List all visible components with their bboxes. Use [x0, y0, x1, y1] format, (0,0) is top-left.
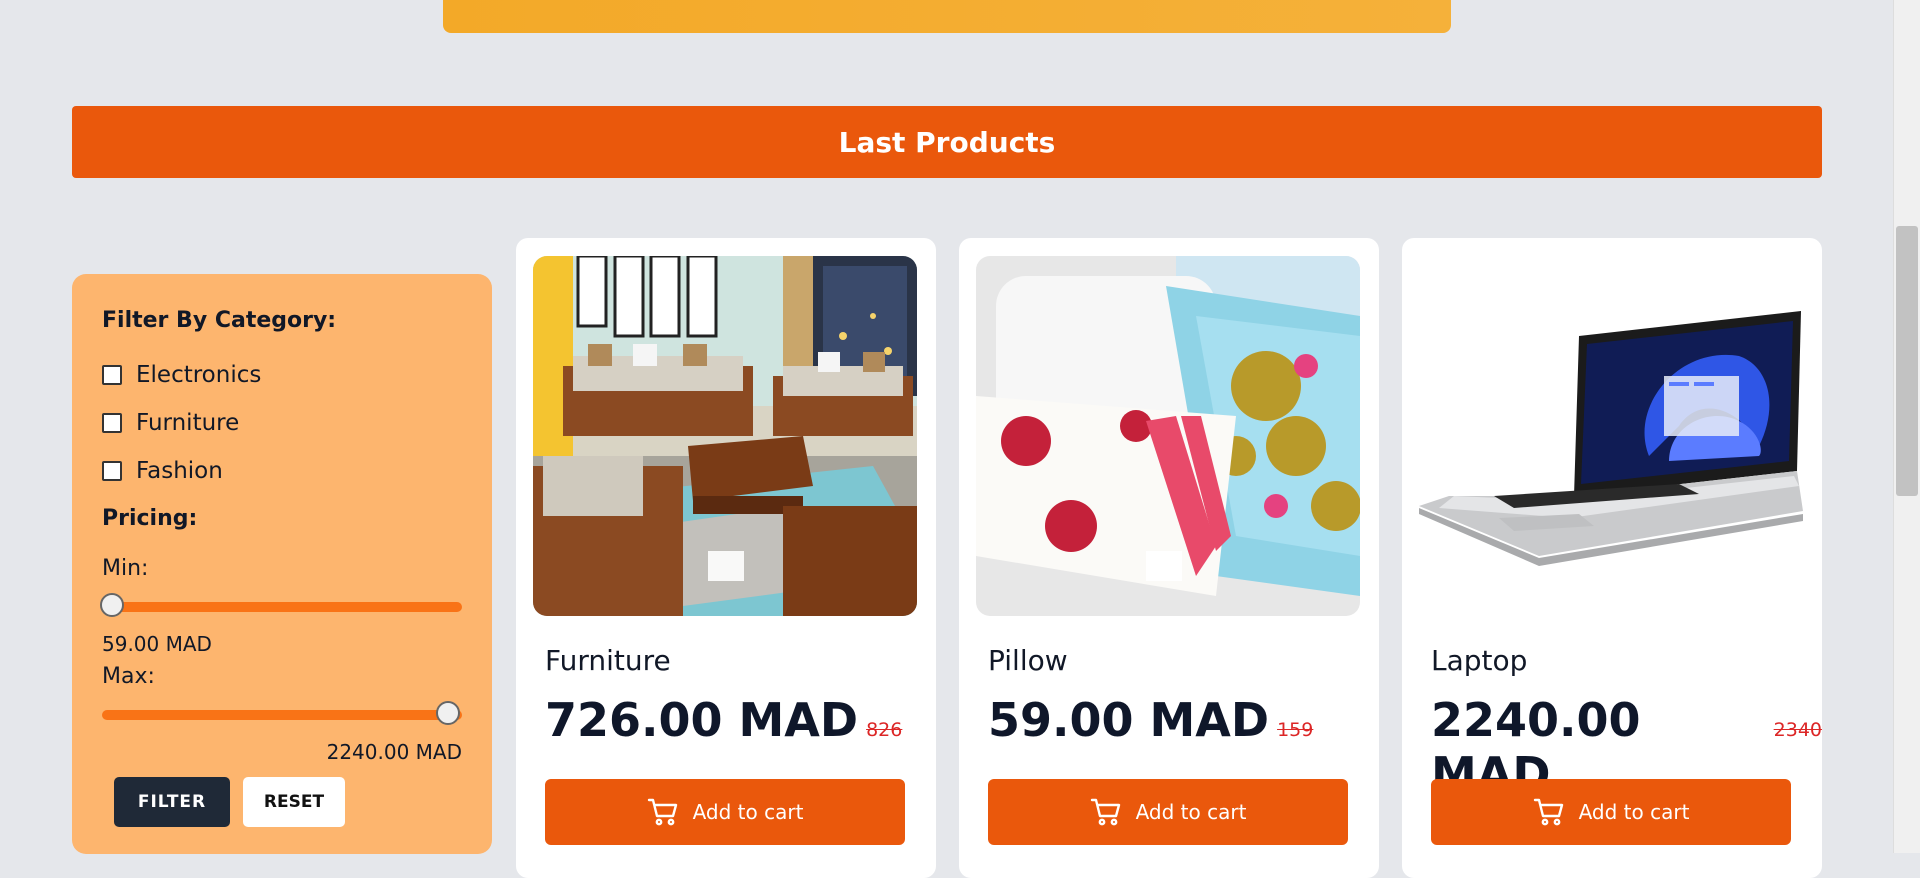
max-label: Max: — [102, 664, 155, 689]
add-to-cart-button[interactable]: Add to cart — [988, 779, 1348, 845]
filter-button[interactable]: FILTER — [114, 777, 230, 827]
min-slider-handle[interactable] — [100, 593, 124, 617]
product-price: 726.00 MAD — [545, 693, 859, 747]
min-price-value: 59.00 MAD — [102, 632, 212, 656]
section-title: Last Products — [838, 125, 1056, 159]
product-image-pillow[interactable] — [976, 256, 1360, 616]
add-to-cart-label: Add to cart — [692, 800, 804, 824]
add-to-cart-label: Add to cart — [1578, 800, 1690, 824]
checkbox[interactable] — [102, 413, 122, 433]
category-label: Furniture — [136, 410, 240, 436]
product-price: 59.00 MAD — [988, 693, 1270, 747]
product-old-price: 826 — [866, 719, 903, 741]
cart-icon — [1090, 798, 1120, 826]
product-name: Laptop — [1431, 644, 1528, 677]
category-electronics[interactable]: Electronics — [102, 362, 261, 388]
product-price-row: 726.00 MAD 826 — [545, 693, 902, 747]
product-card[interactable]: Laptop 2240.00 MAD 2340 Add to cart — [1402, 238, 1822, 878]
product-price-row: 59.00 MAD 159 — [988, 693, 1313, 747]
category-furniture[interactable]: Furniture — [102, 410, 239, 436]
pricing-title: Pricing: — [102, 506, 198, 531]
product-old-price: 159 — [1277, 719, 1314, 741]
hero-carousel-banner — [443, 0, 1451, 33]
cart-icon — [647, 798, 677, 826]
scrollbar-thumb[interactable] — [1896, 226, 1918, 496]
max-price-slider[interactable] — [102, 701, 462, 725]
product-image-laptop[interactable] — [1419, 256, 1803, 616]
category-fashion[interactable]: Fashion — [102, 458, 223, 484]
product-card[interactable]: Furniture 726.00 MAD 826 Add to cart — [516, 238, 936, 878]
product-old-price: 2340 — [1773, 719, 1822, 741]
product-card[interactable]: Pillow 59.00 MAD 159 Add to cart — [959, 238, 1379, 878]
cart-icon — [1533, 798, 1563, 826]
add-to-cart-label: Add to cart — [1135, 800, 1247, 824]
add-to-cart-button[interactable]: Add to cart — [545, 779, 905, 845]
reset-button[interactable]: RESET — [243, 777, 345, 827]
checkbox[interactable] — [102, 365, 122, 385]
product-name: Pillow — [988, 644, 1068, 677]
max-price-value: 2240.00 MAD — [326, 740, 462, 764]
product-name: Furniture — [545, 644, 671, 677]
filter-panel: Filter By Category: Electronics Furnitur… — [72, 274, 492, 854]
min-price-slider[interactable] — [100, 593, 462, 617]
page-scrollbar[interactable] — [1893, 0, 1920, 853]
max-slider-handle[interactable] — [436, 701, 460, 725]
product-image-furniture[interactable] — [533, 256, 917, 616]
category-label: Electronics — [136, 362, 262, 388]
category-label: Fashion — [136, 458, 223, 484]
add-to-cart-button[interactable]: Add to cart — [1431, 779, 1791, 845]
min-label: Min: — [102, 556, 149, 581]
checkbox[interactable] — [102, 461, 122, 481]
section-title-bar: Last Products — [72, 106, 1822, 178]
filter-category-title: Filter By Category: — [102, 308, 337, 333]
